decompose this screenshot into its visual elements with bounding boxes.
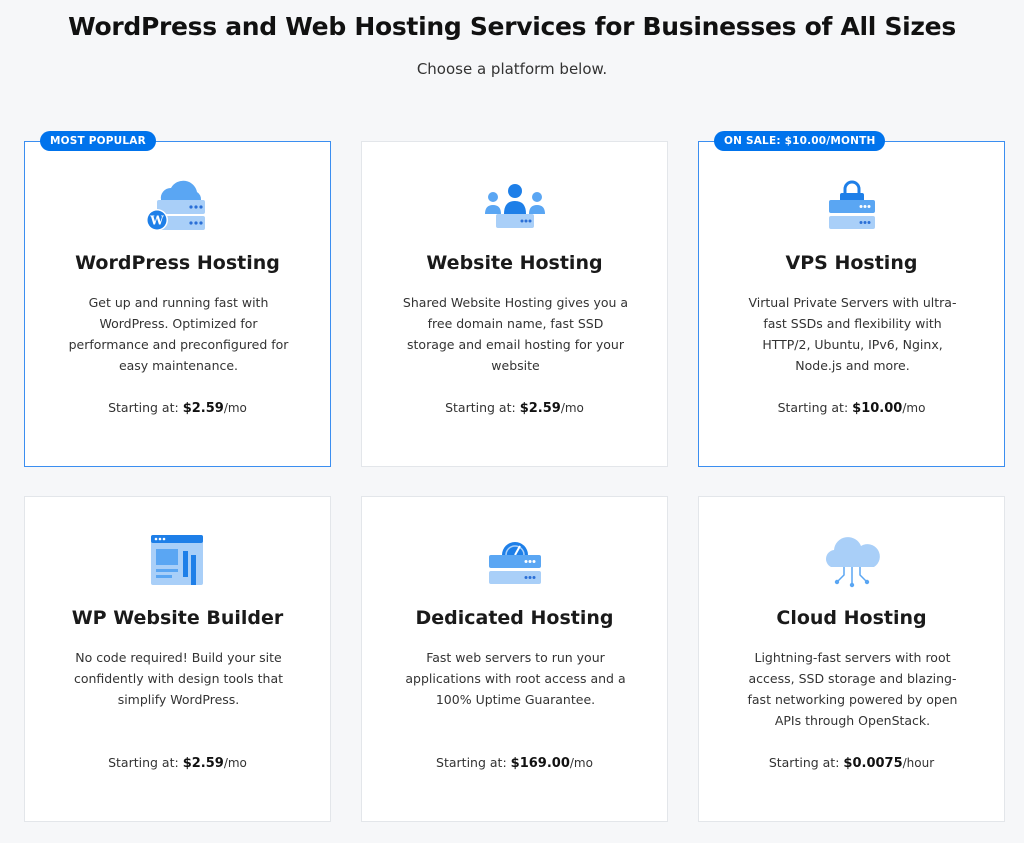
cloud-network-icon: [826, 537, 880, 588]
price-label: Starting at:: [777, 400, 849, 415]
price-label: Starting at:: [445, 400, 516, 415]
card-description: Shared Website Hosting gives you a free …: [402, 295, 629, 373]
svg-text:W: W: [149, 214, 164, 228]
card-cloud-hosting[interactable]: Cloud Hosting Lightning-fast servers wit…: [698, 496, 1005, 822]
price-label: Starting at:: [108, 400, 179, 415]
card-description: Virtual Private Servers with ultra-fast …: [748, 295, 957, 373]
card-description: Lightning-fast servers with root access,…: [747, 650, 958, 728]
price-amount: $0.0075: [843, 756, 903, 771]
card-wp-website-builder[interactable]: WP Website Builder No code required! Bui…: [24, 496, 331, 822]
price-amount: $10.00: [852, 401, 903, 416]
price-label: Starting at:: [768, 755, 840, 770]
price-label: Starting at:: [436, 755, 507, 770]
card-description: Fast web servers to run your application…: [405, 650, 626, 707]
card-title: Cloud Hosting: [776, 607, 927, 629]
site-builder-icon: [151, 535, 203, 585]
card-description: No code required! Build your site confid…: [73, 650, 284, 707]
price-amount: $2.59: [182, 756, 224, 771]
price-amount: $2.59: [519, 401, 561, 416]
card-wordpress-hosting[interactable]: MOST POPULAR W WordPress Hosting Get up …: [24, 131, 331, 467]
price-label: Starting at:: [108, 755, 179, 770]
price-unit: /mo: [223, 756, 247, 770]
price-unit: /mo: [223, 401, 247, 415]
price-amount: $169.00: [510, 756, 570, 771]
on-sale-badge: ON SALE: $10.00/MONTH: [714, 131, 886, 151]
card-website-hosting[interactable]: Website Hosting Shared Website Hosting g…: [361, 141, 668, 467]
card-title: VPS Hosting: [785, 252, 918, 274]
card-vps-hosting[interactable]: ON SALE: $10.00/MONTH VPS Hosting Virtua…: [698, 131, 1005, 467]
card-description: Get up and running fast with WordPress. …: [68, 295, 289, 373]
price-amount: $2.59: [182, 401, 224, 416]
card-price: Starting at: $169.00/mo: [362, 755, 667, 771]
price-unit: /mo: [569, 756, 593, 770]
team-server-icon: [485, 184, 545, 228]
card-price: Starting at: $2.59/mo: [25, 755, 330, 771]
price-unit: /hour: [902, 756, 935, 770]
dedicated-server-gauge-icon: [489, 542, 541, 584]
most-popular-badge: MOST POPULAR: [40, 131, 156, 151]
page-title: WordPress and Web Hosting Services for B…: [68, 12, 956, 41]
card-title: WordPress Hosting: [75, 252, 280, 274]
card-title: Dedicated Hosting: [415, 607, 614, 629]
card-dedicated-hosting[interactable]: Dedicated Hosting Fast web servers to ru…: [361, 496, 668, 822]
card-price: Starting at: $0.0075/hour: [699, 755, 1004, 771]
locked-server-icon: [829, 180, 875, 229]
price-unit: /mo: [902, 401, 926, 415]
card-price: Starting at: $10.00/mo: [699, 400, 1004, 416]
card-price: Starting at: $2.59/mo: [25, 400, 330, 416]
page-subtitle: Choose a platform below.: [416, 60, 608, 78]
wordpress-server-icon: W: [146, 180, 205, 231]
card-title: WP Website Builder: [71, 607, 284, 629]
card-price: Starting at: $2.59/mo: [362, 400, 667, 416]
price-unit: /mo: [560, 401, 584, 415]
card-title: Website Hosting: [426, 252, 603, 274]
